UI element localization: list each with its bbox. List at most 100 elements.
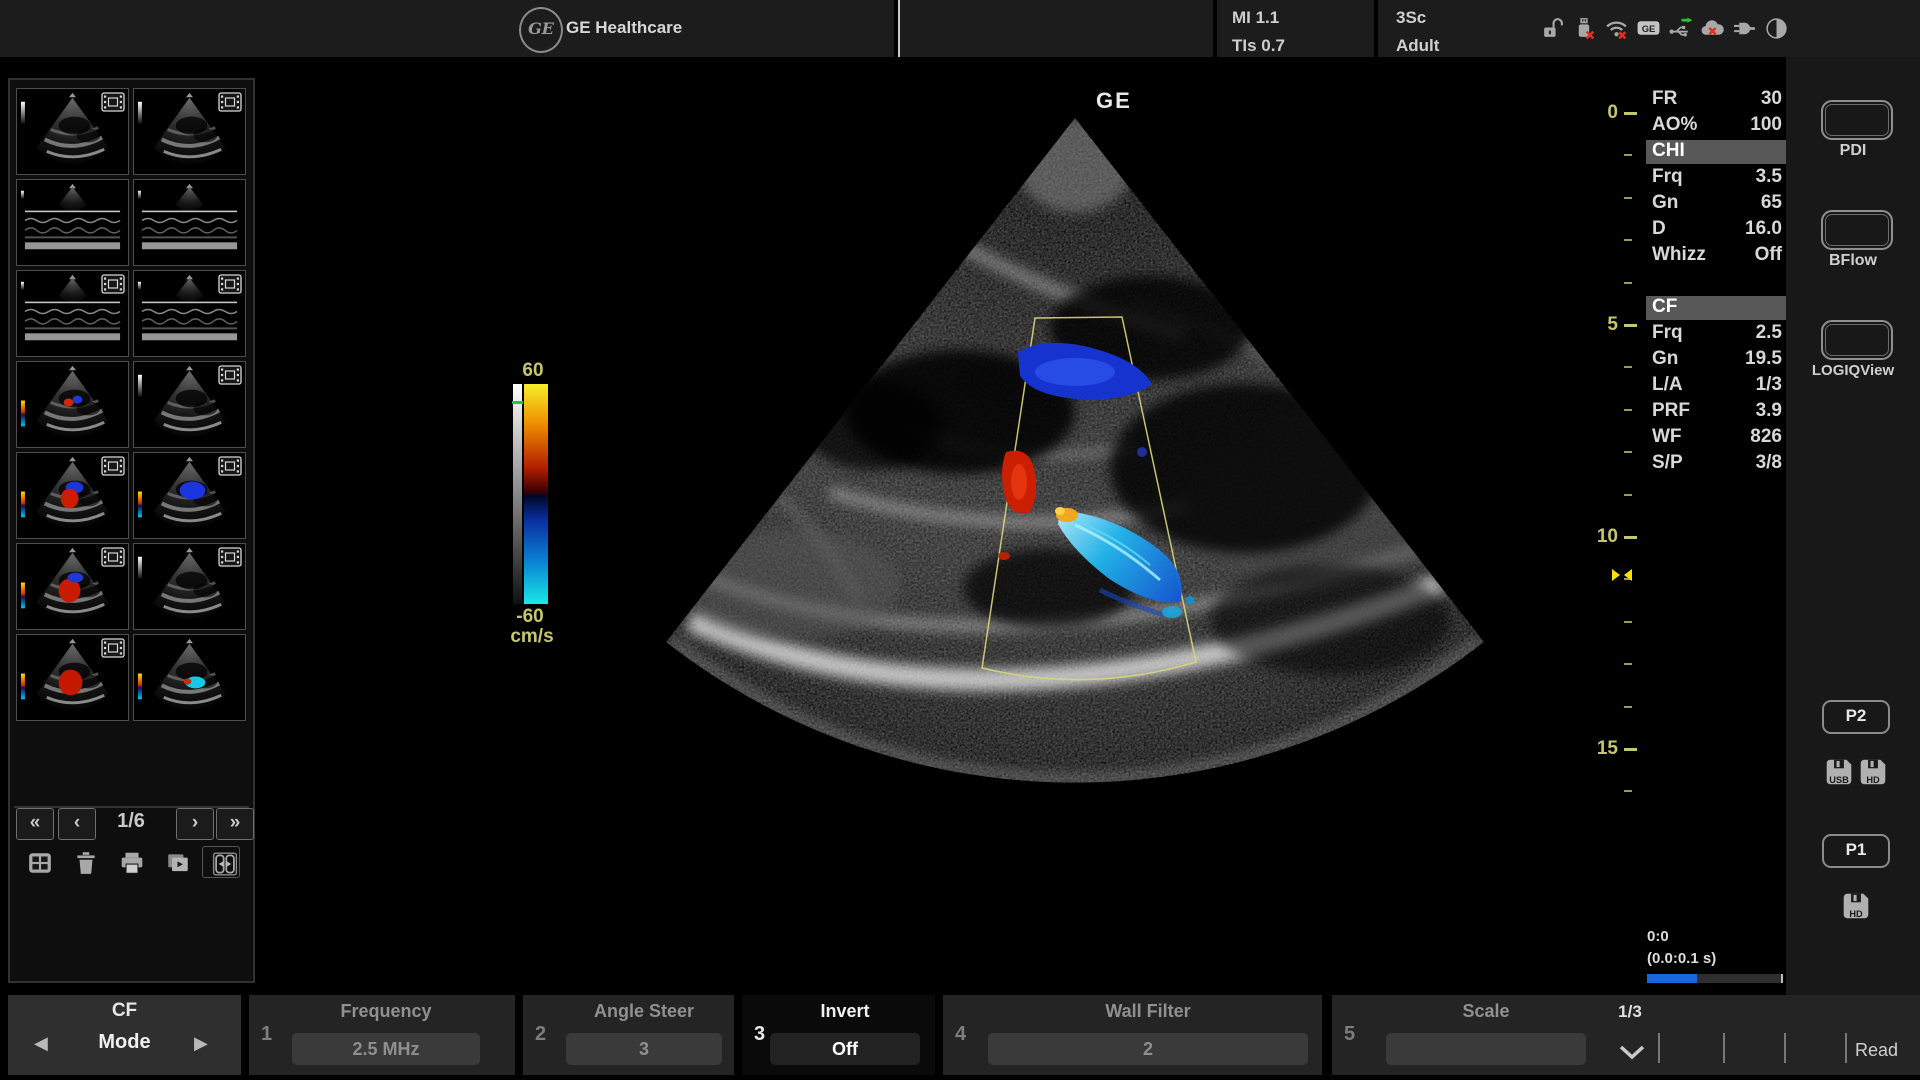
pager-last[interactable]: » (216, 808, 254, 840)
ruler-tick (1624, 409, 1632, 411)
param-row-frq: Frq3.5 (1646, 166, 1786, 190)
cine-clip-icon (218, 456, 242, 476)
param-label: WF (1652, 426, 1682, 448)
doppler-colorbar (524, 384, 548, 604)
param-row-wf: WF 826 (1646, 426, 1786, 450)
param-label: Gn (1652, 348, 1678, 370)
screen: GE GE Healthcare MI 1.1 TIs 0.7 3Sc Adul… (0, 0, 1920, 1080)
thumbnail-color-mix-redbig[interactable] (16, 543, 129, 630)
ruler-tick (1624, 536, 1637, 539)
thumbnail-mmode[interactable] (16, 270, 129, 357)
svg-text:HD: HD (1849, 909, 1863, 919)
param-value: Off (1755, 244, 1782, 266)
mode-name: CF (8, 1000, 241, 1022)
thumbnail-bmode[interactable] (133, 543, 246, 630)
param-value: 2.5 (1756, 322, 1782, 344)
slideshow-icon (160, 848, 188, 874)
knob-number: 3 (754, 1023, 765, 1046)
thumbnail-bmode[interactable] (16, 88, 129, 175)
grid-view-button[interactable] (18, 846, 54, 876)
softkey-pdi-button[interactable] (1821, 100, 1893, 140)
softmenu-title: Angle Steer (546, 1001, 742, 1022)
ruler-depth-label: 15 (1584, 738, 1618, 760)
softmenu-value-button[interactable]: 2.5 MHz (292, 1033, 480, 1065)
softmenu-value-button[interactable]: 2 (988, 1033, 1308, 1065)
slideshow-button[interactable] (156, 846, 192, 876)
colorbar-min-label: -60 (508, 606, 552, 628)
mode-header-cf: CF (1646, 296, 1786, 320)
ruler-tick (1624, 239, 1632, 241)
ruler-tick (1624, 154, 1632, 156)
softmenu-page-indicator: 1/3 (1600, 1002, 1660, 1022)
softmenu-value-button[interactable]: 3 (566, 1033, 722, 1065)
thumbnail-color-cyan[interactable] (133, 634, 246, 721)
param-label: Whizz (1652, 244, 1706, 266)
softmenu-tick (1723, 1033, 1725, 1063)
grid-view-icon (22, 848, 50, 874)
param-row-whizz: Whizz Off (1646, 244, 1786, 268)
param-row-fr: FR30 (1646, 88, 1786, 112)
param-label: FR (1652, 88, 1677, 110)
ruler-tick (1624, 494, 1632, 496)
softmenu-value-button[interactable]: Off (770, 1033, 920, 1065)
param-label: L/A (1652, 374, 1683, 396)
thumbnail-color-blue[interactable] (133, 452, 246, 539)
print-button-p2[interactable]: P2 (1822, 700, 1890, 734)
delete-button[interactable] (64, 846, 100, 876)
thumbnail-color-dots[interactable] (16, 361, 129, 448)
softmenu-title: Wall Filter (968, 1001, 1328, 1022)
probe-name: 3Sc (1396, 8, 1426, 28)
pager-first[interactable]: « (16, 808, 54, 840)
print-button[interactable] (110, 846, 146, 876)
mode-section: CF Mode ◀ ▶ (8, 995, 241, 1075)
gray-map-marker (512, 401, 523, 404)
softmenu-value-button[interactable] (1386, 1033, 1586, 1065)
mode-next-arrow-icon[interactable]: ▶ (194, 1033, 208, 1054)
softkey-logiqview-button[interactable] (1821, 320, 1893, 360)
thumbnail-color-mix-bluetop[interactable] (16, 452, 129, 539)
usb-connect-icon (1668, 16, 1693, 41)
mode-prev-arrow-icon[interactable]: ◀ (34, 1033, 48, 1054)
transfer-button[interactable] (202, 846, 240, 878)
thumbnail-bmode[interactable] (133, 88, 246, 175)
ruler-tick (1624, 663, 1632, 665)
tis-value: TIs 0.7 (1232, 36, 1285, 56)
ruler-tick (1624, 366, 1632, 368)
softmenu-title: Frequency (272, 1001, 500, 1022)
thumbnail-mmode[interactable] (133, 270, 246, 357)
print-button-p1[interactable]: P1 (1822, 834, 1890, 868)
cine-clip-icon (218, 92, 242, 112)
knob-number: 5 (1344, 1023, 1355, 1046)
pager-next[interactable]: › (176, 808, 214, 840)
cine-progress-bar[interactable] (1647, 974, 1783, 983)
softmenu-section-wall-filter: 4Wall Filter2 (943, 995, 1322, 1075)
page-indicator: 1/6 (96, 810, 166, 833)
thumbnail-mmode[interactable] (133, 179, 246, 266)
contrast-icon (1764, 16, 1789, 41)
ultrasound-sector-image (540, 60, 1680, 1000)
param-value: 826 (1750, 426, 1782, 448)
clipboard-sidebar: «‹1/6 ›» (8, 78, 255, 983)
thumbnail-color-red[interactable] (16, 634, 129, 721)
top-bar: GE GE Healthcare MI 1.1 TIs 0.7 3Sc Adul… (0, 0, 1920, 57)
softmenu-next-page-chevron-icon[interactable] (1618, 1043, 1646, 1061)
wifi-error-icon (1604, 16, 1629, 41)
param-row-prf: PRF3.9 (1646, 400, 1786, 424)
header-label: CHI (1652, 140, 1685, 162)
param-label: PRF (1652, 400, 1690, 422)
pager-prev[interactable]: ‹ (58, 808, 96, 840)
focus-marker-icon (1612, 569, 1632, 581)
svg-text:USB: USB (1829, 775, 1849, 785)
power-plug-icon (1732, 16, 1757, 41)
param-value: 16.0 (1745, 218, 1782, 240)
delete-icon (68, 848, 96, 874)
ruler-depth-label: 5 (1584, 314, 1618, 336)
thumbnail-mmode[interactable] (16, 179, 129, 266)
thumbnail-bmode[interactable] (133, 361, 246, 448)
softmenu-tick (1784, 1033, 1786, 1063)
param-label: Frq (1652, 322, 1683, 344)
ruler-tick (1624, 706, 1632, 708)
cine-clip-icon (101, 92, 125, 112)
softkey-bflow-button[interactable] (1821, 210, 1893, 250)
param-value: 1/3 (1756, 374, 1782, 396)
